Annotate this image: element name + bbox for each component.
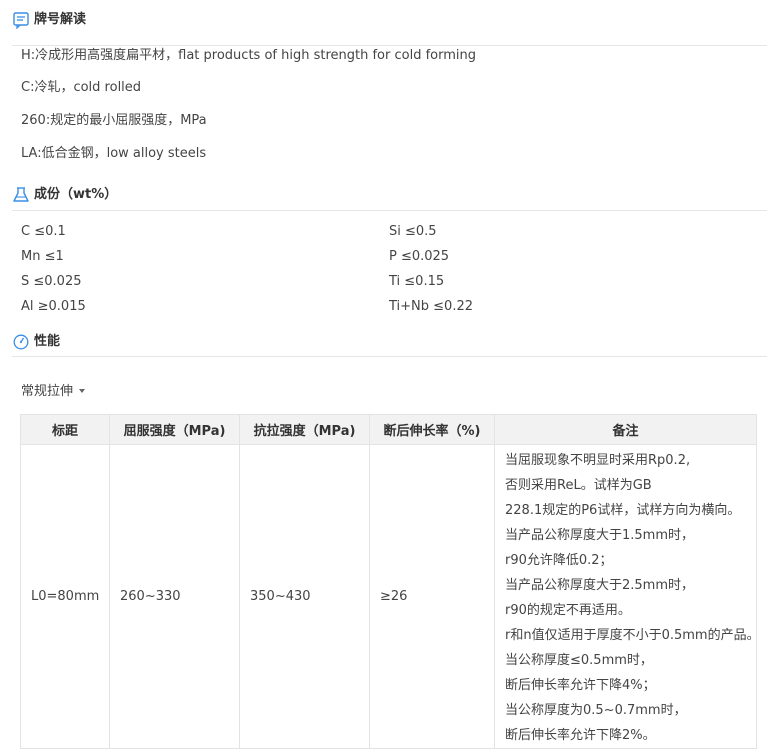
- table-header-row: 标距 屈服强度（MPa) 抗拉强度（MPa) 断后伸长率（%) 备注: [20, 414, 757, 445]
- note-line: 当公称厚度为0.5~0.7mm时，: [505, 703, 687, 718]
- note-line: 228.1规定的P6试样，试样方向为横向。: [505, 503, 741, 518]
- note-line: 断后伸长率允许下降2%。: [505, 728, 656, 743]
- grade-line: H:冷成形用高强度扁平材，flat products of high stren…: [21, 48, 476, 63]
- grade-line: 260:规定的最小屈服强度，MPa: [21, 113, 207, 128]
- column-header-gauge: 标距: [20, 414, 110, 445]
- composition-item: S ≤0.025: [21, 274, 82, 289]
- grade-section-header: 牌号解读: [12, 11, 767, 46]
- property-table: 标距 屈服强度（MPa) 抗拉强度（MPa) 断后伸长率（%) 备注 L0=80…: [20, 414, 760, 749]
- property-section-header: 性能: [12, 333, 767, 357]
- composition-item: P ≤0.025: [389, 249, 450, 264]
- gauge-icon: [12, 333, 30, 351]
- composition-item: Al ≥0.015: [21, 299, 86, 314]
- composition-item: Ti ≤0.15: [389, 274, 445, 289]
- cell-yield: 260~330: [109, 444, 240, 749]
- property-section-title: 性能: [34, 334, 61, 349]
- note-line: 当产品公称厚度大于2.5mm时，: [505, 578, 695, 593]
- note-line: r和n值仅适用于厚度不小于0.5mm的产品。: [505, 628, 760, 643]
- test-type-dropdown-label: 常规拉伸: [21, 384, 74, 399]
- column-header-yield: 屈服强度（MPa): [109, 414, 240, 445]
- column-header-tensile: 抗拉强度（MPa): [239, 414, 370, 445]
- flask-icon: [12, 186, 30, 204]
- cell-elongation: ≥26: [369, 444, 495, 749]
- cell-notes: 当屈服现象不明显时采用Rp0.2, 否则采用ReL。试样为GB 228.1规定的…: [494, 444, 760, 749]
- note-line: 否则采用ReL。试样为GB: [505, 478, 652, 493]
- grade-section-title: 牌号解读: [34, 12, 87, 27]
- table-row: L0=80mm 260~330 350~430 ≥26 当屈服现象不明显时采用R…: [20, 444, 760, 749]
- grade-line: C:冷轧，cold rolled: [21, 80, 142, 95]
- note-line: r90的规定不再适用。: [505, 603, 631, 618]
- composition-item: Si ≤0.5: [389, 224, 437, 239]
- caret-down-icon: [79, 388, 86, 393]
- cell-gauge: L0=80mm: [20, 444, 110, 749]
- note-line: 当产品公称厚度大于1.5mm时，: [505, 528, 695, 543]
- document-icon: [12, 11, 30, 30]
- grade-line: LA:低合金钢，low alloy steels: [21, 146, 207, 161]
- composition-item: Mn ≤1: [21, 249, 64, 264]
- column-header-notes: 备注: [494, 414, 757, 445]
- note-line: 当屈服现象不明显时采用Rp0.2,: [505, 453, 691, 468]
- composition-section-header: 成份（wt%）: [12, 186, 767, 211]
- column-header-elongation: 断后伸长率（%): [369, 414, 495, 445]
- composition-section-title: 成份（wt%）: [34, 187, 118, 202]
- composition-item: Ti+Nb ≤0.22: [389, 299, 473, 314]
- cell-tensile: 350~430: [239, 444, 370, 749]
- composition-item: C ≤0.1: [21, 224, 66, 239]
- note-line: r90允许降低0.2；: [505, 553, 613, 568]
- note-line: 断后伸长率允许下降4%；: [505, 678, 656, 693]
- note-line: 当公称厚度≤0.5mm时，: [505, 653, 653, 668]
- test-type-dropdown[interactable]: 常规拉伸: [21, 383, 86, 401]
